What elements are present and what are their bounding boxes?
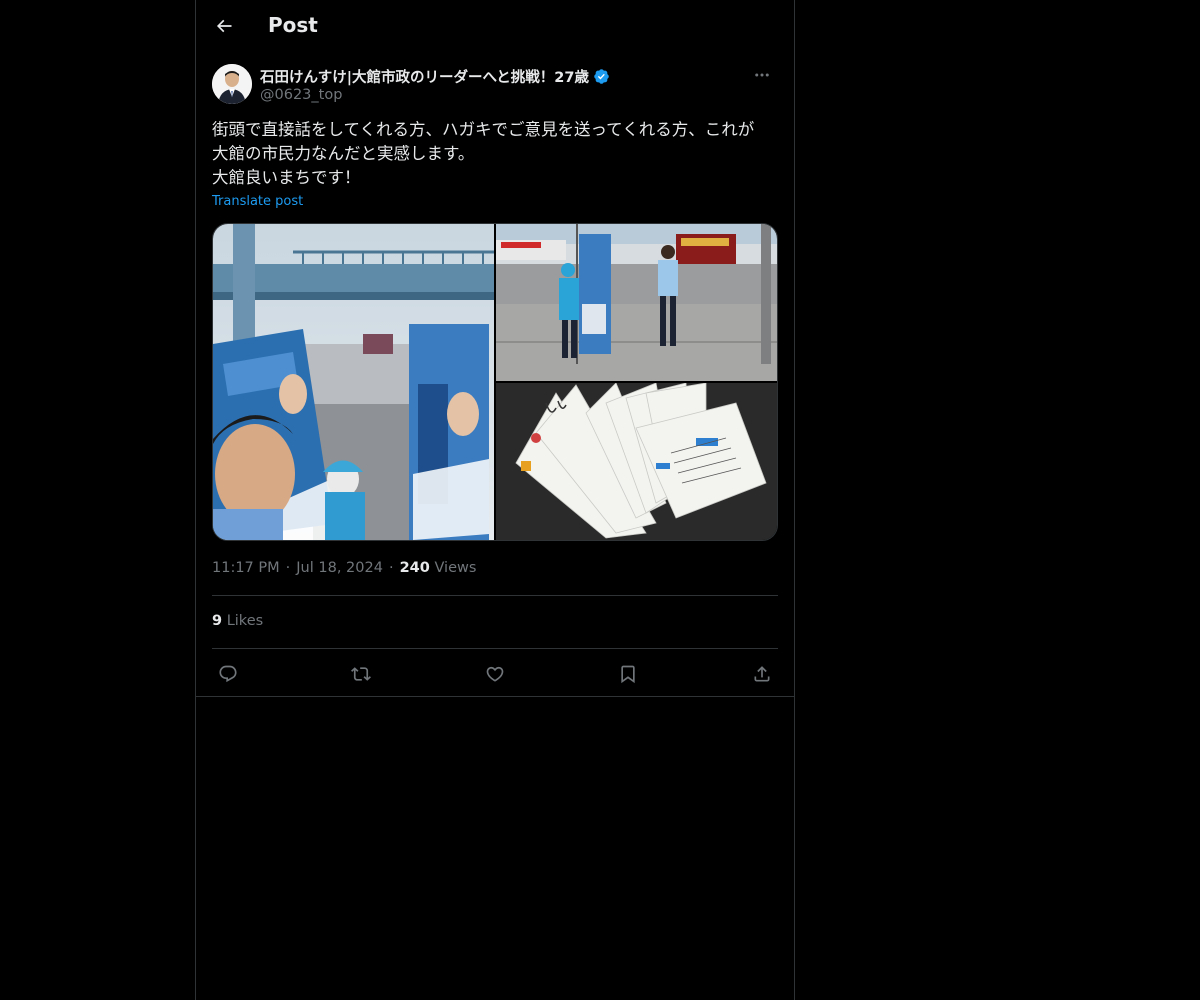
divider <box>196 696 794 697</box>
divider <box>212 595 778 596</box>
page-title: Post <box>268 13 318 37</box>
post-text-line: 大館良いまちです！ <box>212 168 361 187</box>
post-text: 街頭で直接話をしてくれる方、ハガキでご意見を送ってくれる方、これが 大館の市民力… <box>212 118 778 190</box>
top-bar: Post <box>196 0 794 53</box>
repost-button[interactable] <box>345 658 377 690</box>
display-name[interactable]: 石田けんすけ|大館市政のリーダーへと挑戦！27歳 <box>260 66 610 87</box>
avatar[interactable] <box>212 64 252 104</box>
like-icon <box>486 666 504 682</box>
views-count: 240 <box>399 560 430 576</box>
arrow-left-icon <box>216 19 232 33</box>
like-button[interactable] <box>479 658 511 690</box>
post-date[interactable]: Jul 18, 2024 <box>296 560 383 576</box>
display-name-text: 石田けんすけ|大館市政のリーダーへと挑戦！27歳 <box>260 70 589 86</box>
likes-count: 9 <box>212 613 223 629</box>
repost-icon <box>351 667 371 681</box>
photo-postcards-icon <box>496 383 777 540</box>
media-photo-3[interactable] <box>496 383 777 540</box>
likes-summary[interactable]: 9 Likes <box>212 613 263 629</box>
post-text-line: 街頭で直接話をしてくれる方、ハガキでご意見を送ってくれる方、これが <box>212 120 755 139</box>
more-dots-icon <box>755 73 769 77</box>
media-photo-1[interactable] <box>213 224 494 540</box>
back-button[interactable] <box>208 10 240 42</box>
divider <box>212 648 778 649</box>
photo-selfie-campaign-icon <box>213 224 494 540</box>
post-author: 石田けんすけ|大館市政のリーダーへと挑戦！27歳 @0623_top <box>212 64 778 108</box>
reply-button[interactable] <box>212 658 244 690</box>
share-icon <box>754 666 770 682</box>
reply-icon <box>219 665 237 683</box>
action-bar <box>212 658 778 690</box>
post-time[interactable]: 11:17 PM <box>212 560 280 576</box>
bookmark-button[interactable] <box>612 658 644 690</box>
verified-badge-icon <box>594 69 609 84</box>
likes-label: Likes <box>226 613 264 629</box>
bookmark-icon <box>621 665 635 684</box>
share-button[interactable] <box>746 658 778 690</box>
photo-street-campaign-icon <box>496 224 777 381</box>
more-options-button[interactable] <box>746 64 778 86</box>
views-label: Views <box>434 560 477 576</box>
post-text-line: 大館の市民力なんだと実感します。 <box>212 144 475 163</box>
handle[interactable]: @0623_top <box>260 87 342 103</box>
translate-post-link[interactable]: Translate post <box>212 194 303 209</box>
post-meta: 11:17 PM · Jul 18, 2024 · 240 Views <box>212 560 477 576</box>
media-photo-2[interactable] <box>496 224 777 381</box>
media-grid <box>212 223 778 541</box>
main-column: Post 石田けんすけ|大館市政のリーダーへと挑戦！27歳 @0623_top <box>195 0 795 1000</box>
